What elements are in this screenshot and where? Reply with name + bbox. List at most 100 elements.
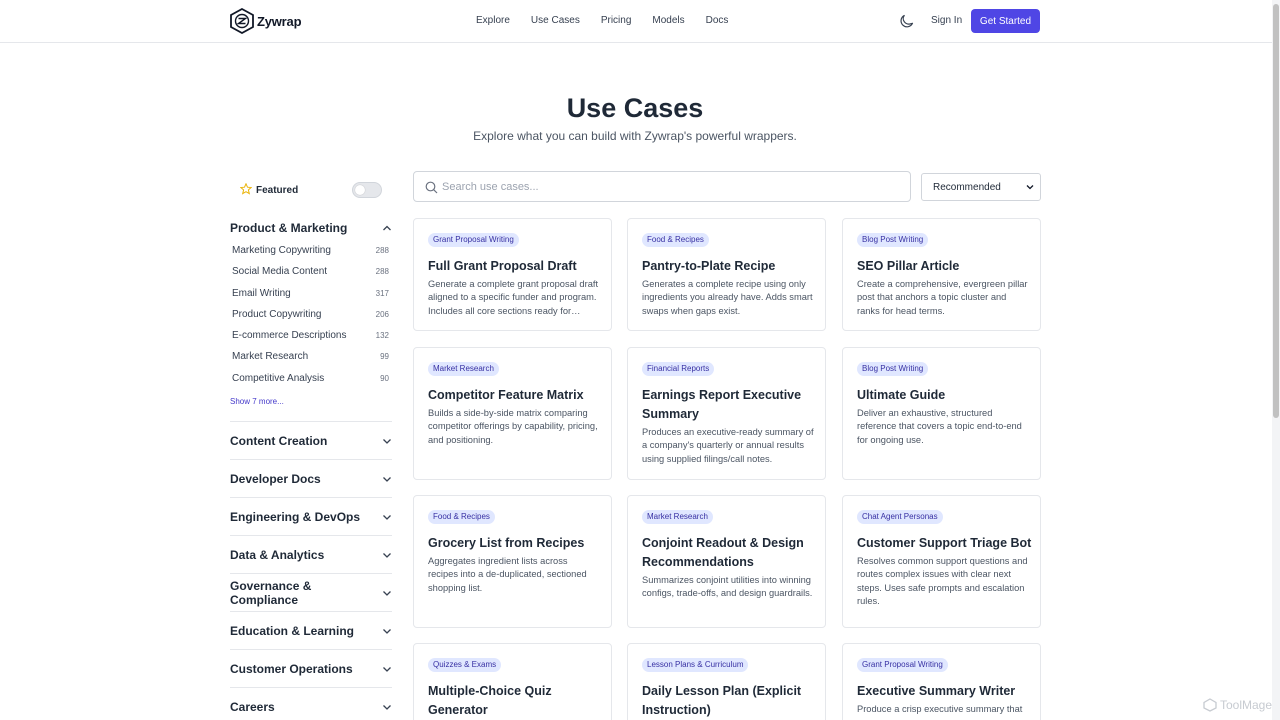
category-title: Developer Docs [230,471,321,486]
card-description: Generates a complete recipe using only i… [642,279,813,316]
category-badge: Quizzes & Exams [428,658,502,672]
use-case-card[interactable]: Blog Post Writing Ultimate Guide Deliver… [842,347,1041,480]
get-started-button[interactable]: Get Started [971,9,1040,33]
search-icon [425,181,438,194]
subcategory-item[interactable]: Market Research 99 [230,351,392,372]
featured-toggle[interactable] [352,182,382,198]
chevron-down-icon [383,628,391,634]
chevron-up-icon [383,225,391,231]
category-group-data-analytics[interactable]: Data & Analytics [230,535,392,573]
category-badge: Chat Agent Personas [857,510,943,524]
watermark-text: ToolMage [1220,698,1273,712]
category-group-product-marketing: Product & Marketing Marketing Copywritin… [230,220,392,406]
subcategory-count: 288 [375,246,389,255]
category-header[interactable]: Product & Marketing [230,220,392,236]
card-title: SEO Pillar Article [857,259,960,273]
subcategory-item[interactable]: Competitive Analysis 90 [230,373,392,394]
use-case-card[interactable]: Market Research Conjoint Readout & Desig… [627,495,826,628]
subcategory-label: Social Media Content [232,266,328,278]
card-description: Create a comprehensive, evergreen pillar… [857,279,1028,316]
show-more-link[interactable]: Show 7 more... [230,397,392,406]
brand-logo[interactable]: Zywrap [230,8,302,34]
card-description: Summarizes conjoint utilities into winni… [642,575,813,599]
category-title: Content Creation [230,433,328,448]
sign-in-link[interactable]: Sign In [931,15,962,26]
chevron-down-icon [1026,185,1034,190]
category-badge: Financial Reports [642,362,715,376]
subcategory-item[interactable]: Email Writing 317 [230,288,392,309]
card-description: Generate a complete grant proposal draft… [428,279,599,316]
category-group-governance-compliance[interactable]: Governance & Compliance [230,573,392,611]
subcategory-list: Marketing Copywriting 288 Social Media Co… [230,245,392,394]
category-group-content-creation[interactable]: Content Creation [230,421,392,459]
use-case-card[interactable]: Food & Recipes Pantry-to-Plate Recipe Ge… [627,218,826,331]
chevron-down-icon [383,704,391,710]
nav-pricing[interactable]: Pricing [601,15,632,26]
card-title: Customer Support Triage Bot [857,536,1032,550]
subcategory-item[interactable]: Product Copywriting 206 [230,309,392,330]
subcategory-item[interactable]: Marketing Copywriting 288 [230,245,392,266]
subcategory-label: E-commerce Descriptions [232,330,347,342]
use-case-card[interactable]: Chat Agent Personas Customer Support Tri… [842,495,1041,628]
category-badge: Market Research [428,362,499,376]
page-title: Use Cases [566,93,704,123]
brand-name: Zywrap [257,13,302,29]
toggle-knob [355,185,365,195]
card-title: Grocery List from Recipes [428,536,585,550]
nav-docs[interactable]: Docs [706,15,729,26]
search-box [413,171,911,202]
category-title: Governance & Compliance [230,578,312,607]
chevron-down-icon [383,666,391,672]
sort-select[interactable]: Recommended [921,173,1041,201]
chevron-down-icon [383,438,391,444]
use-case-card[interactable]: Quizzes & Exams Multiple-Choice Quiz Gen… [413,643,612,720]
featured-label: Featured [256,185,299,196]
chevron-down-icon [383,552,391,558]
category-title: Data & Analytics [230,547,325,562]
card-title: Multiple-Choice Quiz Generator [428,684,552,717]
use-case-card[interactable]: Food & Recipes Grocery List from Recipes… [413,495,612,628]
card-description: Builds a side-by-side matrix comparing c… [428,408,598,445]
card-title: Competitor Feature Matrix [428,388,584,402]
nav-use-cases[interactable]: Use Cases [531,15,580,26]
category-badge: Blog Post Writing [857,362,929,376]
subcategory-count: 132 [375,331,389,341]
featured-filter: Featured [230,172,392,208]
card-description: Aggregates ingredient lists across recip… [428,556,587,593]
card-title: Earnings Report Executive Summary [642,388,802,421]
use-case-card[interactable]: Market Research Competitor Feature Matri… [413,347,612,480]
category-group-developer-docs[interactable]: Developer Docs [230,459,392,497]
zywrap-logo-icon [230,8,254,34]
card-title: Daily Lesson Plan (Explicit Instruction) [642,684,802,717]
chevron-down-icon [383,590,391,596]
moon-icon[interactable] [899,13,915,29]
card-title: Executive Summary Writer [857,684,1016,698]
category-badge: Lesson Plans & Curriculum [642,658,749,672]
chevron-down-icon [383,476,391,482]
scrollbar-thumb[interactable] [1273,4,1279,418]
subcategory-count: 288 [375,267,389,277]
search-input[interactable] [442,178,902,196]
category-title: Education & Learning [230,623,355,638]
use-case-card[interactable]: Lesson Plans & Curriculum Daily Lesson P… [627,643,826,720]
use-case-card[interactable]: Grant Proposal Writing Executive Summary… [842,643,1041,720]
category-title: Customer Operations [230,661,353,676]
nav-models[interactable]: Models [652,15,684,26]
subcategory-item[interactable]: Social Media Content 288 [230,266,392,287]
star-icon [240,183,252,195]
chevron-down-icon [383,514,391,520]
category-badge: Food & Recipes [642,233,709,247]
category-group-customer-operations[interactable]: Customer Operations [230,649,392,687]
category-group-engineering-devops[interactable]: Engineering & DevOps [230,497,392,535]
category-group-education-learning[interactable]: Education & Learning [230,611,392,649]
card-title: Pantry-to-Plate Recipe [642,259,776,273]
category-group-careers[interactable]: Careers [230,687,392,720]
category-badge: Food & Recipes [428,510,495,524]
nav-explore[interactable]: Explore [476,15,510,26]
use-case-card[interactable]: Blog Post Writing SEO Pillar Article Cre… [842,218,1041,331]
subcategory-item[interactable]: E-commerce Descriptions 132 [230,330,392,351]
use-case-card[interactable]: Financial Reports Earnings Report Execut… [627,347,826,480]
category-badge: Market Research [642,510,713,524]
use-case-card[interactable]: Grant Proposal Writing Full Grant Propos… [413,218,612,331]
subcategory-label: Marketing Copywriting [232,245,331,256]
